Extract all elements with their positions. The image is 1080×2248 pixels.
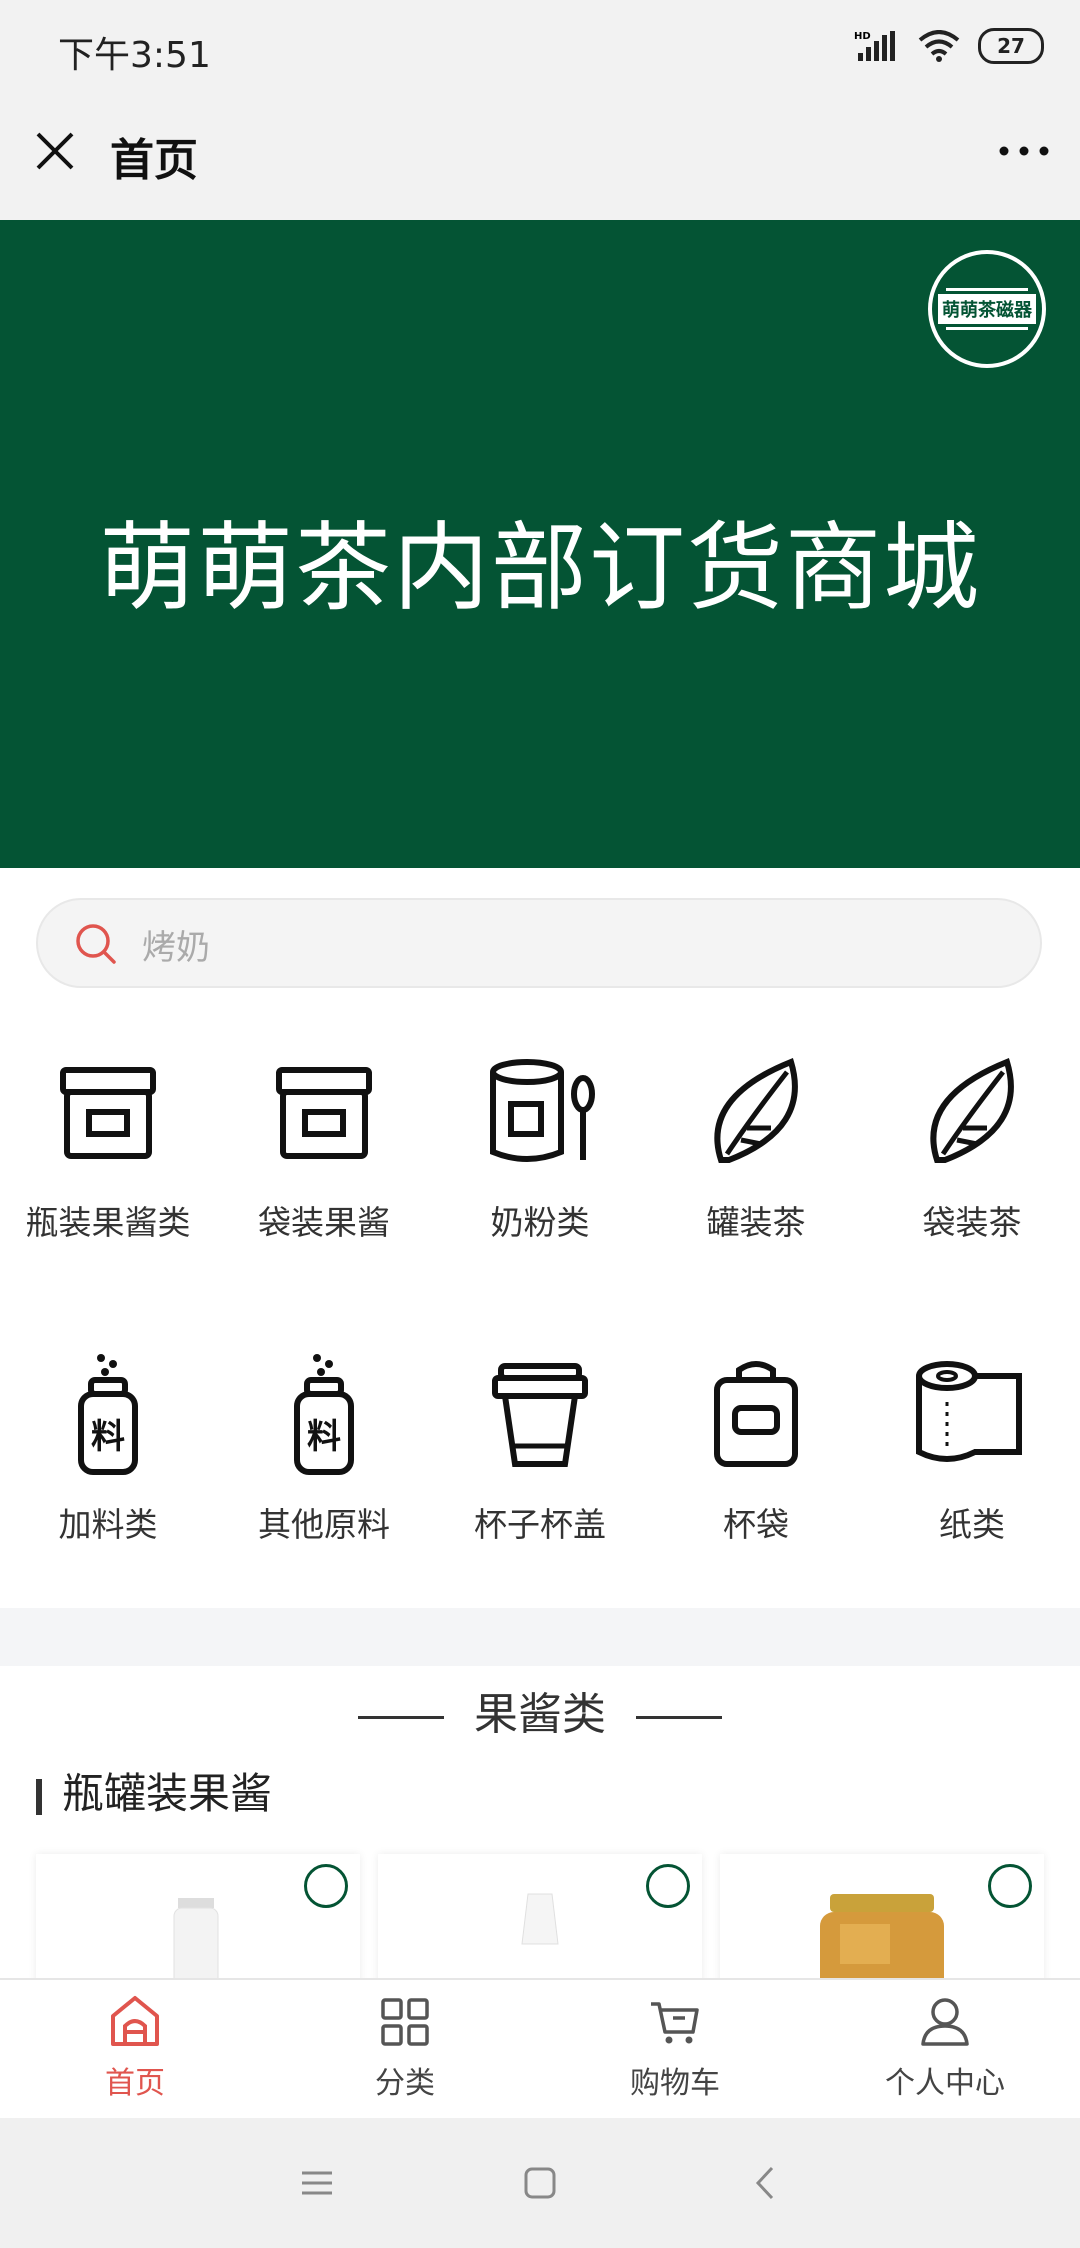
- tab-home[interactable]: 首页: [0, 1980, 270, 2120]
- svg-text:料: 料: [307, 1417, 341, 1457]
- category-item[interactable]: 奶粉类: [432, 1048, 648, 1268]
- status-icons: HD 27: [854, 28, 1044, 64]
- home-icon: [111, 1996, 159, 2046]
- section-title: 果酱类: [0, 1678, 1080, 1742]
- svg-text:料: 料: [91, 1417, 125, 1457]
- user-icon: [921, 1998, 969, 2046]
- bottom-tab-bar: 首页 分类 购物车 个人中心: [0, 1978, 1080, 2120]
- menu-icon[interactable]: [292, 2158, 342, 2208]
- product-card[interactable]: [378, 1854, 702, 1978]
- search-input[interactable]: 烤奶: [142, 920, 210, 969]
- tab-category[interactable]: 分类: [270, 1980, 540, 2120]
- home-button-icon[interactable]: [515, 2158, 565, 2208]
- category-item[interactable]: 纸类: [864, 1350, 1080, 1570]
- search-icon: [76, 924, 116, 964]
- status-bar: 下午3:51 HD 27: [0, 0, 1080, 96]
- bag-icon: [714, 1361, 798, 1467]
- svg-text:HD: HD: [854, 31, 871, 42]
- jar-icon: [60, 1067, 156, 1159]
- brand-badge-icon: [646, 1864, 690, 1908]
- leaf-icon: [930, 1057, 1014, 1163]
- main-content: 烤奶 瓶装果酱类 袋装果酱 奶粉类 罐装茶 袋装茶 料 加料类 料 其他原料 杯…: [0, 868, 1080, 1978]
- product-card[interactable]: [720, 1854, 1044, 1978]
- ingredient-bottle-icon: 料: [294, 1354, 354, 1475]
- category-item[interactable]: 杯袋: [648, 1350, 864, 1570]
- signal-icon: HD: [854, 31, 895, 61]
- milk-powder-can-icon: [490, 1059, 595, 1162]
- tab-profile[interactable]: 个人中心: [810, 1980, 1080, 2120]
- logo-text: 萌萌茶磁器: [938, 294, 1036, 324]
- category-item[interactable]: 瓶装果酱类: [0, 1048, 216, 1268]
- status-time: 下午3:51: [58, 35, 211, 76]
- section-divider: [0, 1608, 1080, 1666]
- search-bar[interactable]: 烤奶: [36, 898, 1042, 988]
- jar-icon: [276, 1067, 372, 1159]
- ingredient-bottle-icon: 料: [78, 1354, 138, 1475]
- category-item[interactable]: 料 其他原料: [216, 1350, 432, 1570]
- category-item[interactable]: 杯子杯盖: [432, 1350, 648, 1570]
- banner-title: 萌萌茶内部订货商城: [99, 512, 981, 624]
- category-item[interactable]: 袋装果酱: [216, 1048, 432, 1268]
- subsection-title: 瓶罐装果酱: [36, 1760, 272, 1821]
- product-list: [36, 1854, 1046, 1978]
- banner[interactable]: 萌萌茶磁器 萌萌茶内部订货商城: [0, 220, 1080, 868]
- paper-roll-icon: [916, 1361, 1022, 1462]
- brand-badge-icon: [304, 1864, 348, 1908]
- tab-cart[interactable]: 购物车: [540, 1980, 810, 2120]
- page-title: 首页: [110, 135, 198, 186]
- grid-icon: [381, 1998, 429, 2046]
- category-item[interactable]: 罐装茶: [648, 1048, 864, 1268]
- back-icon[interactable]: [742, 2158, 792, 2208]
- leaf-icon: [714, 1057, 798, 1163]
- category-item[interactable]: 料 加料类: [0, 1350, 216, 1570]
- battery-icon: 27: [978, 28, 1044, 64]
- cup-icon: [492, 1363, 588, 1467]
- wifi-icon: [918, 30, 960, 62]
- system-nav-bar: [0, 2118, 1080, 2248]
- title-bar: 首页: [0, 96, 1080, 220]
- more-icon[interactable]: [994, 136, 1054, 166]
- brand-logo: 萌萌茶磁器: [928, 250, 1046, 368]
- product-card[interactable]: [36, 1854, 360, 1978]
- close-icon[interactable]: [30, 126, 80, 176]
- cart-icon: [651, 2002, 699, 2044]
- category-item[interactable]: 袋装茶: [864, 1048, 1080, 1268]
- brand-badge-icon: [988, 1864, 1032, 1908]
